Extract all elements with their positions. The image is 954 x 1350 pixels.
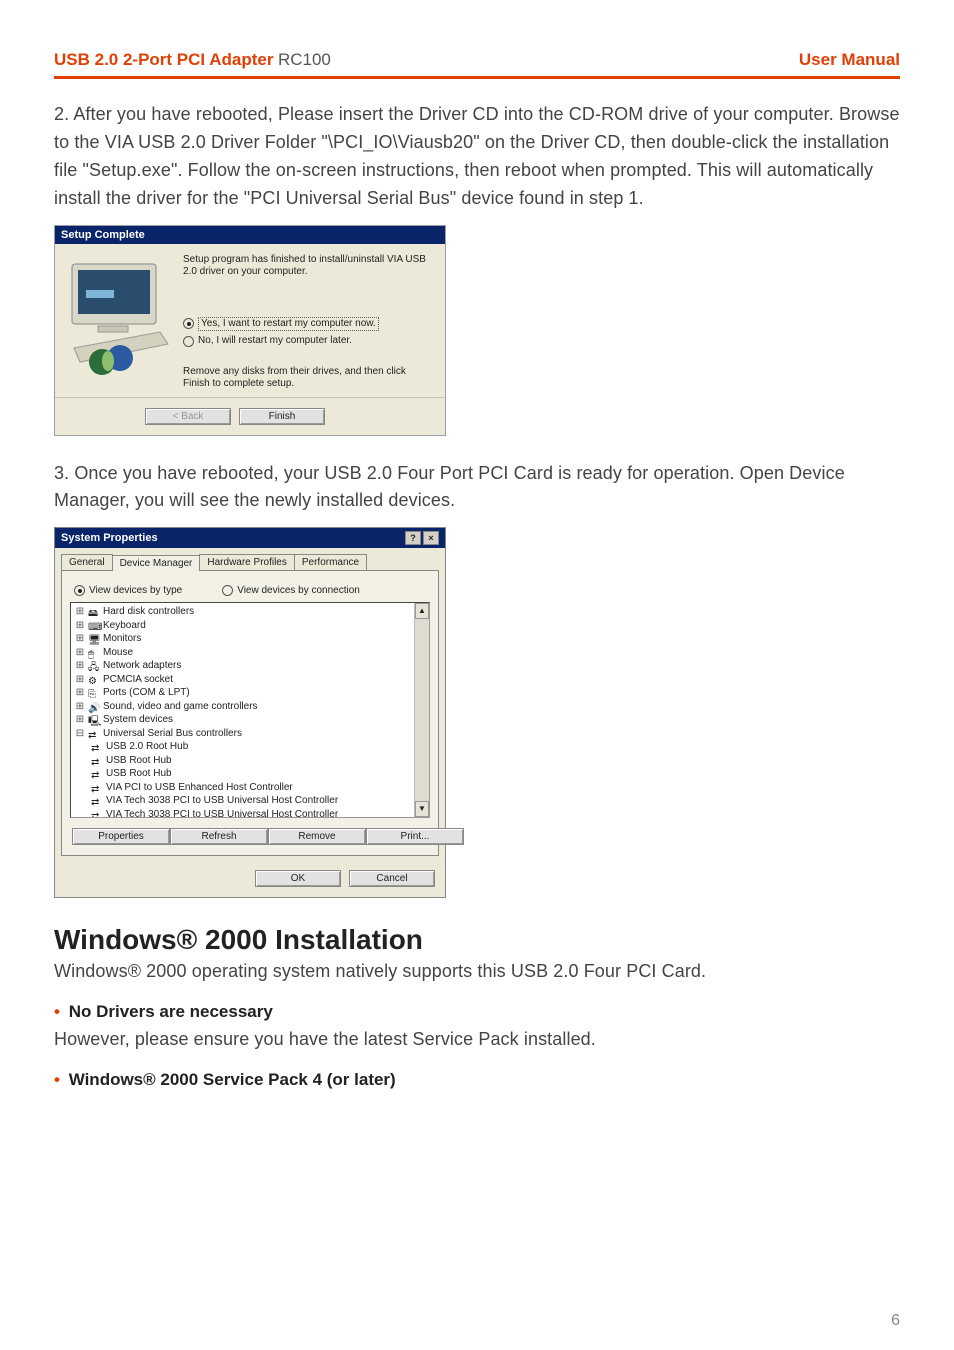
setup-finish-hint: Remove any disks from their drives, and … [183, 366, 433, 391]
tree-item-usb-root-hub: ⇄USB Root Hub [75, 754, 429, 768]
tree-item-usb: ⊟⇄Universal Serial Bus controllers [75, 727, 429, 741]
print-button[interactable]: Print... [366, 828, 464, 845]
scroll-up-icon[interactable]: ▲ [415, 603, 429, 619]
setup-message: Setup program has finished to install/un… [183, 254, 433, 279]
tab-device-manager[interactable]: Device Manager [112, 555, 201, 571]
keyboard-icon: ⌨ [88, 621, 100, 631]
tree-item-mouse: ⊞🖱Mouse [75, 646, 429, 660]
close-icon[interactable]: × [423, 531, 439, 545]
tab-hardware-profiles[interactable]: Hardware Profiles [199, 554, 294, 570]
view-by-connection-label: View devices by connection [237, 585, 360, 596]
radio-icon [183, 336, 194, 347]
back-button: < Back [145, 408, 231, 425]
bullet-icon: • [54, 1070, 60, 1089]
tree-item-keyboard: ⊞⌨Keyboard [75, 619, 429, 633]
product-name: USB 2.0 2-Port PCI Adapter [54, 50, 273, 69]
bullet-no-drivers-label: No Drivers are necessary [69, 1002, 273, 1021]
pcmcia-icon: ⚙ [88, 675, 100, 685]
tab-performance[interactable]: Performance [294, 554, 367, 570]
sys-title-text: System Properties [61, 532, 158, 544]
usb-node-icon: ⇄ [91, 742, 103, 752]
finish-button[interactable]: Finish [239, 408, 325, 425]
radio-view-by-connection[interactable]: View devices by connection [222, 585, 360, 596]
radio-restart-now-label: Yes, I want to restart my computer now. [198, 317, 379, 332]
monitor-icon: 🖥 [88, 634, 100, 644]
setup-sidebar-image [55, 254, 183, 391]
step-2-text: 2. After you have rebooted, Please inser… [54, 101, 900, 213]
radio-icon [183, 318, 194, 329]
page-header: USB 2.0 2-Port PCI Adapter RC100 User Ma… [54, 50, 900, 79]
radio-restart-later-label: No, I will restart my computer later. [198, 335, 352, 348]
cancel-button[interactable]: Cancel [349, 870, 435, 887]
ok-button[interactable]: OK [255, 870, 341, 887]
properties-button[interactable]: Properties [72, 828, 170, 845]
bullet-icon: • [54, 1002, 60, 1021]
tree-item-system: ⊞🖳System devices [75, 713, 429, 727]
radio-icon [74, 585, 85, 596]
drive-icon: 🖴 [88, 607, 100, 617]
usb-node-icon: ⇄ [91, 810, 103, 819]
screenshot-system-properties: System Properties ? × General Device Man… [54, 527, 446, 898]
radio-icon [222, 585, 233, 596]
device-tree[interactable]: ⊞🖴Hard disk controllers ⊞⌨Keyboard ⊞🖥Mon… [70, 602, 430, 818]
system-icon: 🖳 [88, 715, 100, 725]
tree-item-usb20-root-hub: ⇄USB 2.0 Root Hub [75, 740, 429, 754]
remove-button[interactable]: Remove [268, 828, 366, 845]
usb-node-icon: ⇄ [91, 756, 103, 766]
radio-restart-later[interactable]: No, I will restart my computer later. [183, 335, 433, 348]
tree-item-via-3038-b: ⇄VIA Tech 3038 PCI to USB Universal Host… [75, 808, 429, 819]
scroll-down-icon[interactable]: ▼ [415, 801, 429, 817]
screenshot-setup-complete: Setup Complete Setup program has finishe… [54, 225, 446, 436]
step-3-text: 3. Once you have rebooted, your USB 2.0 … [54, 460, 900, 516]
tree-item-via-3038-a: ⇄VIA Tech 3038 PCI to USB Universal Host… [75, 794, 429, 808]
product-model: RC100 [278, 50, 331, 69]
tab-strip: General Device Manager Hardware Profiles… [55, 548, 445, 570]
tree-item-network: ⊞🖧Network adapters [75, 659, 429, 673]
tree-item-monitors: ⊞🖥Monitors [75, 632, 429, 646]
page-number: 6 [891, 1312, 900, 1330]
tree-item-sound: ⊞🔊Sound, video and game controllers [75, 700, 429, 714]
usb-node-icon: ⇄ [91, 796, 103, 806]
usb-icon: ⇄ [88, 729, 100, 739]
sound-icon: 🔊 [88, 702, 100, 712]
usb-node-icon: ⇄ [91, 783, 103, 793]
tree-item-via-enhanced: ⇄VIA PCI to USB Enhanced Host Controller [75, 781, 429, 795]
view-by-type-label: View devices by type [89, 585, 182, 596]
ports-icon: ⎘ [88, 688, 100, 698]
win2000-line1: Windows® 2000 operating system natively … [54, 958, 900, 986]
tab-general[interactable]: General [61, 554, 113, 570]
radio-view-by-type[interactable]: View devices by type [74, 585, 182, 596]
tree-item-pcmcia: ⊞⚙PCMCIA socket [75, 673, 429, 687]
help-icon[interactable]: ? [405, 531, 421, 545]
usb-node-icon: ⇄ [91, 769, 103, 779]
tree-scrollbar[interactable]: ▲ ▼ [414, 603, 429, 817]
tree-item-hdd: ⊞🖴Hard disk controllers [75, 605, 429, 619]
header-right: User Manual [799, 50, 900, 70]
tree-item-ports: ⊞⎘Ports (COM & LPT) [75, 686, 429, 700]
tree-item-usb-root-hub: ⇄USB Root Hub [75, 767, 429, 781]
network-icon: 🖧 [88, 661, 100, 671]
win2000-heading: Windows® 2000 Installation [54, 924, 900, 956]
bullet-sp4-label: Windows® 2000 Service Pack 4 (or later) [69, 1070, 396, 1089]
win2000-line2: However, please ensure you have the late… [54, 1026, 900, 1054]
bullet-no-drivers: • No Drivers are necessary [54, 1002, 900, 1022]
mouse-icon: 🖱 [88, 648, 100, 658]
refresh-button[interactable]: Refresh [170, 828, 268, 845]
header-left: USB 2.0 2-Port PCI Adapter RC100 [54, 50, 331, 70]
setup-titlebar: Setup Complete [55, 226, 445, 244]
bullet-sp4: • Windows® 2000 Service Pack 4 (or later… [54, 1070, 900, 1090]
radio-restart-now[interactable]: Yes, I want to restart my computer now. [183, 317, 433, 332]
